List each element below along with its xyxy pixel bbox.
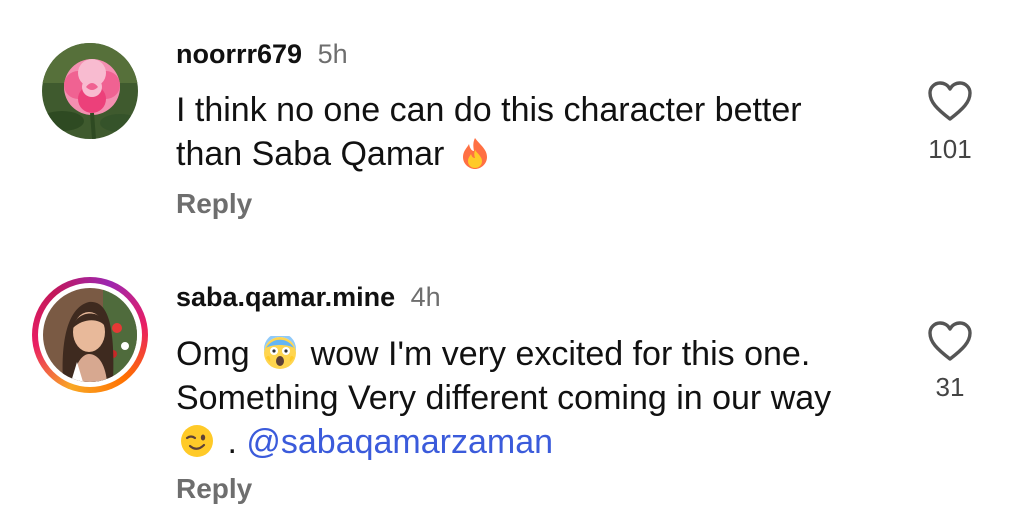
winking-face-emoji-icon	[180, 424, 214, 458]
like-count: 31	[935, 372, 965, 402]
heart-icon[interactable]	[927, 320, 973, 362]
reply-button[interactable]: Reply	[176, 187, 252, 221]
reply-button[interactable]: Reply	[176, 472, 252, 506]
timestamp: 5h	[317, 39, 348, 69]
comment-item: noorrr679 5h I think no one can do this …	[0, 0, 1024, 250]
like-count: 101	[928, 134, 972, 164]
like-control: 101	[920, 80, 980, 164]
woman-portrait-avatar-image	[43, 288, 137, 382]
username[interactable]: saba.qamar.mine	[176, 282, 395, 312]
comment-meta: saba.qamar.mine 4h	[176, 281, 441, 313]
timestamp: 4h	[410, 282, 441, 312]
screaming-face-emoji-icon	[263, 333, 297, 370]
comment-text: Omg wow I'm very excited for this one. S…	[176, 332, 876, 464]
comment-body-part1: Omg	[176, 335, 250, 373]
comment-meta: noorrr679 5h	[176, 38, 348, 70]
like-control: 31	[920, 320, 980, 402]
fire-emoji-icon	[458, 136, 492, 170]
heart-icon[interactable]	[927, 80, 973, 122]
avatar[interactable]	[43, 288, 137, 382]
comment-text: I think no one can do this character bet…	[176, 88, 876, 176]
avatar[interactable]	[42, 43, 138, 139]
mention-link[interactable]: @sabaqamarzaman	[246, 423, 553, 461]
comment-body-part3: .	[227, 423, 237, 461]
username[interactable]: noorrr679	[176, 39, 302, 69]
comment-item: saba.qamar.mine 4h Omg wow I'm very exci…	[0, 250, 1024, 514]
rose-avatar-image	[42, 43, 138, 139]
